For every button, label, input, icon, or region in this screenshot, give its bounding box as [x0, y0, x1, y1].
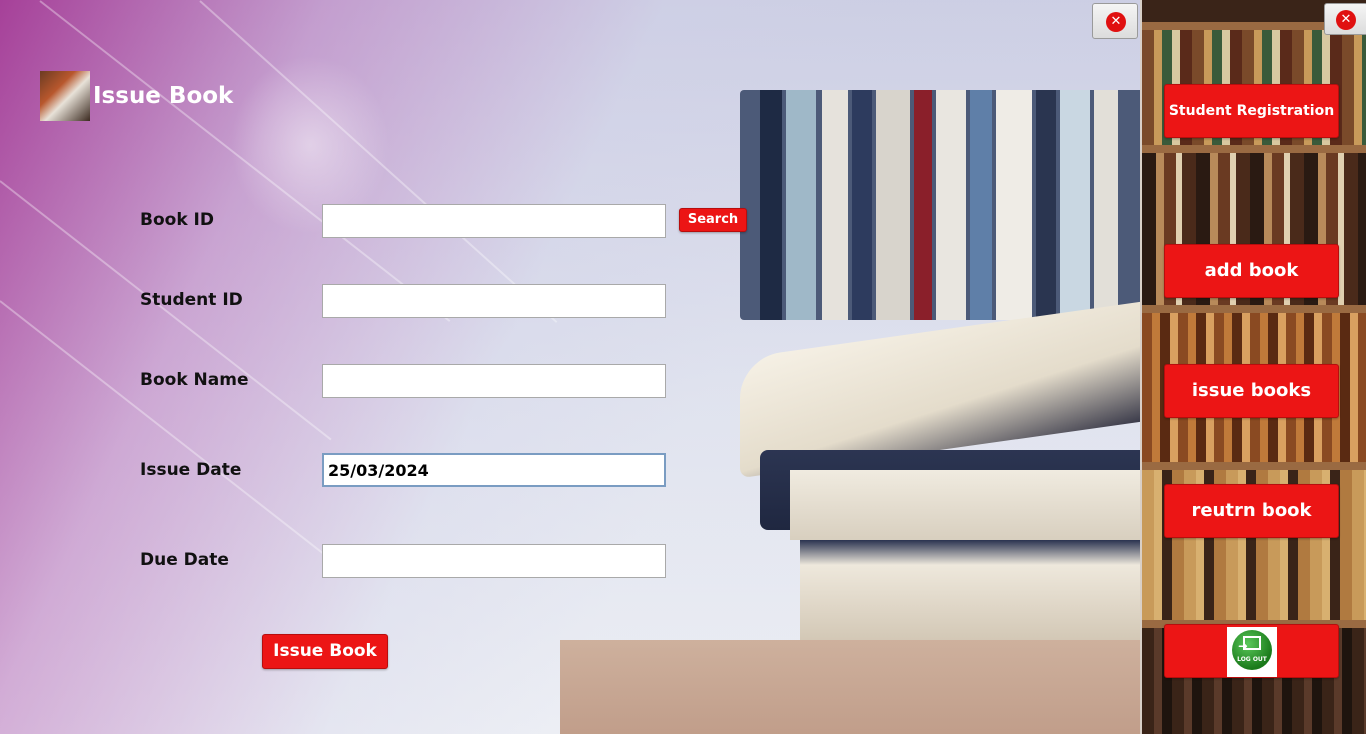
search-button[interactable]: Search: [679, 208, 747, 232]
close-icon: ✕: [1106, 12, 1126, 32]
background-streak: [39, 0, 451, 322]
books-background-image: [560, 80, 1140, 734]
background-streak: [0, 300, 332, 561]
sidebar: ✕ Student Registration add book issue bo…: [1140, 0, 1366, 734]
issue-date-input[interactable]: [322, 453, 666, 487]
issue-book-button[interactable]: Issue Book: [262, 634, 388, 669]
book-id-label: Book ID: [140, 210, 214, 230]
logout-button[interactable]: ➜ LOG OUT: [1164, 624, 1339, 678]
sidebar-item-return-book[interactable]: reutrn book: [1164, 484, 1339, 538]
sidebar-item-student-registration[interactable]: Student Registration: [1164, 84, 1339, 138]
issue-book-panel: Issue Book Book ID Search Student ID Boo…: [0, 0, 1140, 734]
library-books-icon: [40, 71, 90, 121]
page-title: Issue Book: [93, 83, 234, 109]
book-name-label: Book Name: [140, 370, 249, 390]
book-stack-image: [800, 540, 1140, 640]
close-button[interactable]: ✕: [1092, 3, 1138, 39]
logout-icon: ➜ LOG OUT: [1227, 627, 1277, 677]
student-id-input[interactable]: [322, 284, 666, 318]
table-surface-image: [560, 640, 1140, 734]
sidebar-close-button[interactable]: ✕: [1324, 3, 1366, 35]
close-icon: ✕: [1336, 10, 1356, 30]
student-id-label: Student ID: [140, 290, 243, 310]
due-date-label: Due Date: [140, 550, 229, 570]
book-id-input[interactable]: [322, 204, 666, 238]
shelf-books-image: [740, 90, 1140, 320]
book-stack-image: [790, 470, 1140, 540]
sidebar-item-issue-books[interactable]: issue books: [1164, 364, 1339, 418]
sidebar-item-add-book[interactable]: add book: [1164, 244, 1339, 298]
issue-date-label: Issue Date: [140, 460, 242, 480]
book-name-input[interactable]: [322, 364, 666, 398]
due-date-input[interactable]: [322, 544, 666, 578]
